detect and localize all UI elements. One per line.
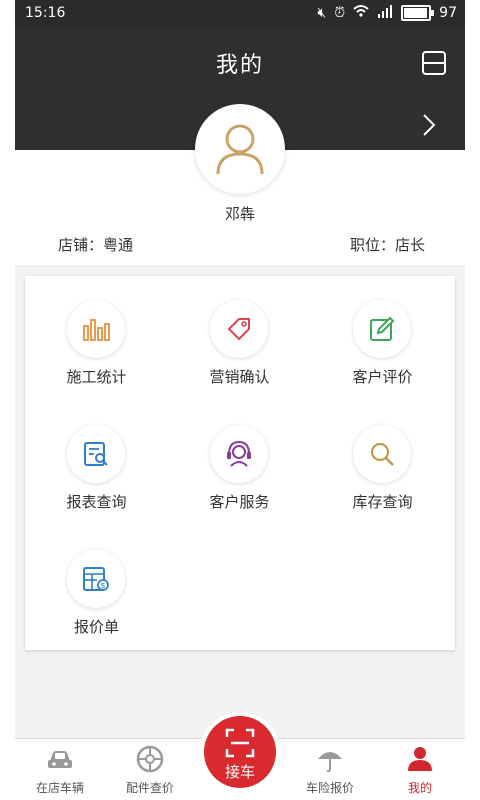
menu-label: 报表查询 — [66, 493, 127, 511]
scan-icon — [422, 51, 446, 75]
search-icon — [370, 442, 394, 466]
tab-mine[interactable]: 我的 — [375, 739, 465, 800]
tab-label: 车险报价 — [305, 781, 354, 795]
scan-button[interactable] — [421, 50, 447, 76]
menu-item-customer-service[interactable]: 客户服务 — [168, 401, 311, 521]
mute-icon: 🔇︎ — [317, 5, 327, 21]
tab-parts-price[interactable]: 配件查价 — [105, 739, 195, 800]
user-avatar-icon — [216, 124, 264, 175]
tag-icon — [227, 318, 250, 341]
icon-wrap — [67, 425, 125, 483]
signal-icon — [377, 4, 393, 22]
menu-label: 客户服务 — [209, 493, 270, 511]
user-name: 邓犇 — [224, 205, 255, 223]
menu-item-inventory-query[interactable]: 库存查询 — [311, 401, 454, 521]
menu-item-customer-review[interactable]: 客户评价 — [311, 276, 454, 396]
wifi-icon — [353, 4, 369, 22]
report-search-icon — [84, 442, 108, 466]
menu-item-construction-stats[interactable]: 施工统计 — [25, 276, 168, 396]
umbrella-icon — [318, 752, 342, 773]
icon-wrap: $ — [67, 550, 125, 608]
battery-icon — [401, 5, 435, 21]
bar-chart-icon — [83, 319, 110, 341]
menu-card: 施工统计 营销确认 客户评价 报表查询 客户服务 库存查询 $ 报价单 — [25, 276, 455, 650]
status-bar: 15:16 🔇︎ ⏰︎ 97 — [15, 0, 465, 28]
svg-text:$: $ — [100, 581, 105, 590]
wheel-icon — [136, 745, 164, 773]
icon-wrap — [210, 300, 268, 358]
icon-wrap — [353, 425, 411, 483]
profile-section: 邓犇 店铺：粤通 职位：店长 — [15, 104, 465, 265]
store-label: 店铺：粤通 — [58, 236, 134, 254]
tab-label: 配件查价 — [125, 781, 174, 795]
receive-car-label: 接车 — [224, 763, 255, 781]
chevron-right-icon — [423, 114, 436, 136]
menu-label: 营销确认 — [209, 368, 270, 386]
menu-label: 客户评价 — [352, 368, 413, 386]
edit-icon — [370, 316, 395, 341]
scan-frame-icon — [225, 728, 255, 758]
quote-sheet-icon: $ — [83, 567, 109, 591]
avatar[interactable] — [195, 104, 285, 194]
icon-wrap — [353, 300, 411, 358]
profile-detail-button[interactable] — [419, 112, 439, 138]
status-icons: 🔇︎ ⏰︎ 97 — [317, 4, 457, 22]
icon-wrap — [210, 425, 268, 483]
page-title: 我的 — [215, 53, 264, 78]
position-label: 职位：店长 — [349, 236, 425, 254]
tab-label: 在店车辆 — [35, 781, 84, 795]
receive-car-button[interactable]: 接车 — [200, 712, 280, 792]
menu-item-quote-sheet[interactable]: $ 报价单 — [25, 526, 168, 646]
battery-percent: 97 — [439, 5, 457, 21]
alarm-icon: ⏰︎ — [334, 5, 346, 21]
app-frame: 15:16 🔇︎ ⏰︎ 97 我的 邓犇 店铺：粤通 职位：店长 施工统计 营销… — [15, 0, 465, 800]
car-icon — [48, 751, 72, 768]
menu-item-marketing-confirm[interactable]: 营销确认 — [168, 276, 311, 396]
menu-label: 库存查询 — [352, 493, 413, 511]
menu-item-report-query[interactable]: 报表查询 — [25, 401, 168, 521]
status-time: 15:16 — [25, 5, 66, 21]
tab-in-store-vehicles[interactable]: 在店车辆 — [15, 739, 105, 800]
receive-car-button-inner: 接车 — [204, 716, 276, 788]
tab-label: 我的 — [407, 781, 432, 795]
icon-wrap — [67, 300, 125, 358]
menu-label: 施工统计 — [66, 368, 127, 386]
menu-label: 报价单 — [73, 618, 119, 636]
headset-icon — [227, 440, 251, 467]
tab-insurance-quote[interactable]: 车险报价 — [285, 739, 375, 800]
user-icon — [408, 747, 432, 771]
